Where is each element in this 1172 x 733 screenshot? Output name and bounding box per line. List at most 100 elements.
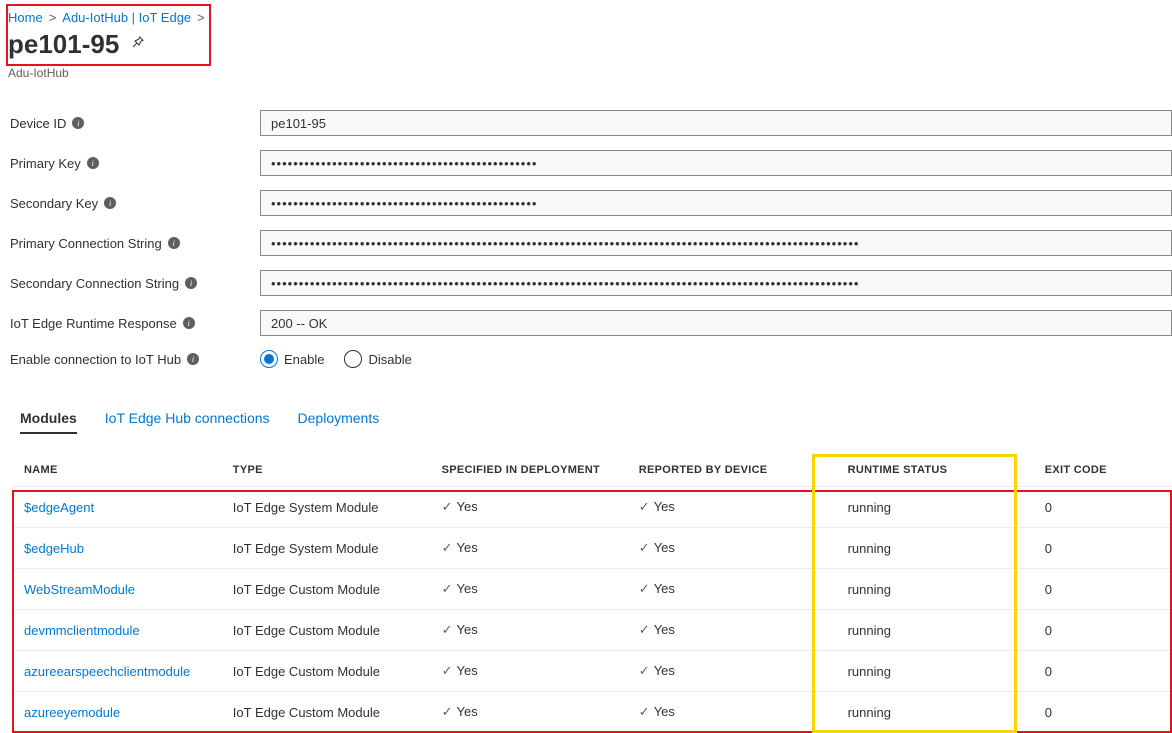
check-icon: ✓ [639,499,650,514]
module-type: IoT Edge Custom Module [221,692,430,733]
table-row: $edgeHubIoT Edge System Module✓Yes✓Yesru… [12,528,1172,569]
th-runtime[interactable]: Runtime Status [836,454,1033,487]
module-type: IoT Edge Custom Module [221,651,430,692]
check-icon: ✓ [442,540,453,555]
primary-key-label: Primary Key [10,156,81,171]
module-type: IoT Edge Custom Module [221,610,430,651]
tab-modules[interactable]: Modules [20,404,77,434]
module-exit: 0 [1033,651,1172,692]
module-name-link[interactable]: azureeyemodule [24,705,120,720]
primary-conn-label: Primary Connection String [10,236,162,251]
primary-conn-input[interactable] [260,230,1172,256]
radio-selected-icon [260,350,278,368]
info-icon[interactable]: i [185,277,197,289]
module-name-link[interactable]: $edgeHub [24,541,84,556]
info-icon[interactable]: i [183,317,195,329]
module-report: ✓Yes [627,569,836,610]
table-row: $edgeAgentIoT Edge System Module✓Yes✓Yes… [12,487,1172,528]
check-icon: ✓ [639,581,650,596]
module-report: ✓Yes [627,610,836,651]
tab-deployments[interactable]: Deployments [298,404,380,434]
check-icon: ✓ [442,704,453,719]
enable-label: Enable [284,352,324,367]
module-report: ✓Yes [627,487,836,528]
th-exit[interactable]: Exit Code [1033,454,1172,487]
secondary-conn-input[interactable] [260,270,1172,296]
disable-radio[interactable]: Disable [344,350,411,368]
th-type[interactable]: Type [221,454,430,487]
module-name-link[interactable]: devmmclientmodule [24,623,140,638]
th-spec[interactable]: Specified in Deployment [430,454,627,487]
runtime-response-input[interactable] [260,310,1172,336]
module-runtime: running [836,610,1033,651]
module-runtime: running [836,692,1033,733]
module-runtime: running [836,651,1033,692]
module-spec: ✓Yes [430,569,627,610]
chevron-right-icon: > [49,10,57,25]
subtitle: Adu-IotHub [8,66,1172,80]
info-icon[interactable]: i [72,117,84,129]
module-runtime: running [836,569,1033,610]
module-runtime: running [836,487,1033,528]
device-id-label: Device ID [10,116,66,131]
module-name-link[interactable]: $edgeAgent [24,500,94,515]
table-row: azureearspeechclientmodule IoT Edge Custo… [12,651,1172,692]
check-icon: ✓ [639,663,650,678]
secondary-key-input[interactable] [260,190,1172,216]
module-spec: ✓Yes [430,487,627,528]
breadcrumb-hub[interactable]: Adu-IotHub | IoT Edge [62,10,191,25]
page-title: pe101-95 [8,29,119,60]
th-name[interactable]: Name [12,454,221,487]
breadcrumb-home[interactable]: Home [8,10,43,25]
table-row: WebStreamModuleIoT Edge Custom Module✓Ye… [12,569,1172,610]
module-spec: ✓Yes [430,528,627,569]
device-id-input[interactable] [260,110,1172,136]
enable-radio[interactable]: Enable [260,350,324,368]
highlight-title-region: Home > Adu-IotHub | IoT Edge > pe101-95 [6,4,211,66]
table-row: devmmclientmoduleIoT Edge Custom Module✓… [12,610,1172,651]
tabs: Modules IoT Edge Hub connections Deploym… [8,404,1172,434]
module-report: ✓Yes [627,651,836,692]
module-runtime: running [836,528,1033,569]
module-report: ✓Yes [627,528,836,569]
table-row: azureeyemoduleIoT Edge Custom Module✓Yes… [12,692,1172,733]
secondary-key-label: Secondary Key [10,196,98,211]
modules-table: Name Type Specified in Deployment Report… [12,454,1172,733]
info-icon[interactable]: i [187,353,199,365]
device-form: Device ID i Primary Key i Secondary Key … [8,110,1172,368]
th-report[interactable]: Reported by Device [627,454,836,487]
module-report: ✓Yes [627,692,836,733]
check-icon: ✓ [639,540,650,555]
module-exit: 0 [1033,528,1172,569]
module-type: IoT Edge System Module [221,528,430,569]
check-icon: ✓ [442,622,453,637]
module-type: IoT Edge Custom Module [221,569,430,610]
breadcrumb: Home > Adu-IotHub | IoT Edge > [8,8,205,25]
module-name-link[interactable]: azureearspeechclientmodule [24,664,190,679]
enable-conn-label: Enable connection to IoT Hub [10,352,181,367]
radio-icon [344,350,362,368]
module-exit: 0 [1033,610,1172,651]
module-exit: 0 [1033,569,1172,610]
check-icon: ✓ [442,581,453,596]
enable-conn-radio-group: Enable Disable [260,350,412,368]
check-icon: ✓ [639,704,650,719]
info-icon[interactable]: i [168,237,180,249]
module-spec: ✓Yes [430,651,627,692]
secondary-conn-label: Secondary Connection String [10,276,179,291]
primary-key-input[interactable] [260,150,1172,176]
modules-table-wrap: Name Type Specified in Deployment Report… [12,454,1172,733]
module-spec: ✓Yes [430,692,627,733]
module-spec: ✓Yes [430,610,627,651]
info-icon[interactable]: i [104,197,116,209]
runtime-response-label: IoT Edge Runtime Response [10,316,177,331]
check-icon: ✓ [442,663,453,678]
chevron-right-icon: > [197,10,205,25]
module-name-link[interactable]: WebStreamModule [24,582,135,597]
module-type: IoT Edge System Module [221,487,430,528]
pin-icon[interactable] [129,35,145,54]
module-exit: 0 [1033,692,1172,733]
info-icon[interactable]: i [87,157,99,169]
tab-hub-connections[interactable]: IoT Edge Hub connections [105,404,270,434]
module-exit: 0 [1033,487,1172,528]
